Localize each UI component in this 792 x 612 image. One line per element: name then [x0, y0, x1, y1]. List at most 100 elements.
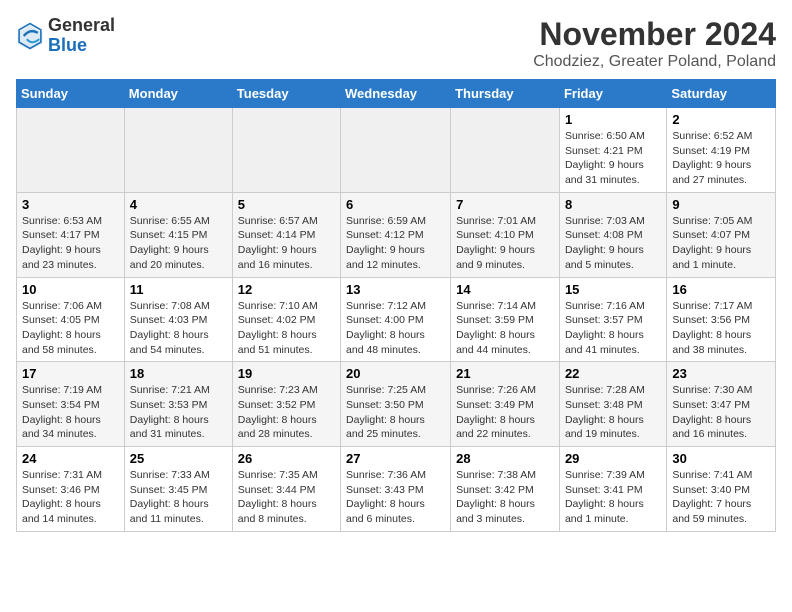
- day-number: 10: [22, 282, 119, 297]
- day-cell: 25 Sunrise: 7:33 AM Sunset: 3:45 PM Dayli…: [124, 447, 232, 532]
- day-cell: 14 Sunrise: 7:14 AM Sunset: 3:59 PM Dayli…: [451, 277, 560, 362]
- day-info: Sunrise: 7:23 AM Sunset: 3:52 PM Dayligh…: [238, 383, 335, 442]
- day-info: Sunrise: 7:31 AM Sunset: 3:46 PM Dayligh…: [22, 468, 119, 527]
- calendar-subtitle: Chodziez, Greater Poland, Poland: [533, 53, 776, 71]
- day-cell: 6Sunrise: 6:59 AM Sunset: 4:12 PM Daylig…: [341, 192, 451, 277]
- logo-blue: Blue: [48, 36, 115, 56]
- day-cell: 13 Sunrise: 7:12 AM Sunset: 4:00 PM Dayli…: [341, 277, 451, 362]
- day-number: 7: [456, 197, 554, 212]
- day-info: Sunrise: 7:33 AM Sunset: 3:45 PM Dayligh…: [130, 468, 227, 527]
- day-cell: 19 Sunrise: 7:23 AM Sunset: 3:52 PM Dayli…: [232, 362, 340, 447]
- day-cell: 16Sunrise: 7:17 AM Sunset: 3:56 PM Dayli…: [667, 277, 776, 362]
- column-header-sunday: Sunday: [17, 80, 125, 108]
- day-cell: 22Sunrise: 7:28 AM Sunset: 3:48 PM Dayli…: [559, 362, 666, 447]
- day-info: Sunrise: 7:36 AM Sunset: 3:43 PM Dayligh…: [346, 468, 445, 527]
- day-info: Sunrise: 7:01 AM Sunset: 4:10 PM Dayligh…: [456, 214, 554, 273]
- logo: General Blue: [16, 16, 115, 56]
- title-section: November 2024 Chodziez, Greater Poland, …: [533, 16, 776, 71]
- day-cell: 7 Sunrise: 7:01 AM Sunset: 4:10 PM Daylig…: [451, 192, 560, 277]
- day-cell: 21 Sunrise: 7:26 AM Sunset: 3:49 PM Dayli…: [451, 362, 560, 447]
- day-cell: [451, 108, 560, 193]
- day-cell: 20 Sunrise: 7:25 AM Sunset: 3:50 PM Dayli…: [341, 362, 451, 447]
- day-info: Sunrise: 7:08 AM Sunset: 4:03 PM Dayligh…: [130, 299, 227, 358]
- day-cell: 30Sunrise: 7:41 AM Sunset: 3:40 PM Dayli…: [667, 447, 776, 532]
- day-info: Sunrise: 7:21 AM Sunset: 3:53 PM Dayligh…: [130, 383, 227, 442]
- day-cell: 28 Sunrise: 7:38 AM Sunset: 3:42 PM Dayli…: [451, 447, 560, 532]
- day-number: 26: [238, 451, 335, 466]
- column-header-tuesday: Tuesday: [232, 80, 340, 108]
- day-info: Sunrise: 7:10 AM Sunset: 4:02 PM Dayligh…: [238, 299, 335, 358]
- logo-icon: [16, 22, 44, 50]
- column-header-monday: Monday: [124, 80, 232, 108]
- day-info: Sunrise: 7:05 AM Sunset: 4:07 PM Dayligh…: [672, 214, 770, 273]
- day-number: 14: [456, 282, 554, 297]
- day-cell: 27 Sunrise: 7:36 AM Sunset: 3:43 PM Dayli…: [341, 447, 451, 532]
- day-cell: 8 Sunrise: 7:03 AM Sunset: 4:08 PM Daylig…: [559, 192, 666, 277]
- week-row-3: 10 Sunrise: 7:06 AM Sunset: 4:05 PM Dayli…: [17, 277, 776, 362]
- day-cell: 17 Sunrise: 7:19 AM Sunset: 3:54 PM Dayli…: [17, 362, 125, 447]
- day-number: 15: [565, 282, 661, 297]
- day-number: 6: [346, 197, 445, 212]
- day-cell: 10 Sunrise: 7:06 AM Sunset: 4:05 PM Dayli…: [17, 277, 125, 362]
- day-number: 23: [672, 366, 770, 381]
- day-info: Sunrise: 6:57 AM Sunset: 4:14 PM Dayligh…: [238, 214, 335, 273]
- day-number: 17: [22, 366, 119, 381]
- day-info: Sunrise: 7:19 AM Sunset: 3:54 PM Dayligh…: [22, 383, 119, 442]
- day-number: 27: [346, 451, 445, 466]
- day-info: Sunrise: 6:52 AM Sunset: 4:19 PM Dayligh…: [672, 129, 770, 188]
- day-number: 18: [130, 366, 227, 381]
- day-number: 1: [565, 112, 661, 127]
- day-cell: 5 Sunrise: 6:57 AM Sunset: 4:14 PM Daylig…: [232, 192, 340, 277]
- day-cell: [124, 108, 232, 193]
- day-cell: [17, 108, 125, 193]
- day-cell: 1 Sunrise: 6:50 AM Sunset: 4:21 PM Daylig…: [559, 108, 666, 193]
- day-info: Sunrise: 7:12 AM Sunset: 4:00 PM Dayligh…: [346, 299, 445, 358]
- day-number: 30: [672, 451, 770, 466]
- day-number: 13: [346, 282, 445, 297]
- day-info: Sunrise: 7:14 AM Sunset: 3:59 PM Dayligh…: [456, 299, 554, 358]
- day-number: 19: [238, 366, 335, 381]
- day-info: Sunrise: 7:25 AM Sunset: 3:50 PM Dayligh…: [346, 383, 445, 442]
- day-info: Sunrise: 7:39 AM Sunset: 3:41 PM Dayligh…: [565, 468, 661, 527]
- day-number: 4: [130, 197, 227, 212]
- day-info: Sunrise: 7:30 AM Sunset: 3:47 PM Dayligh…: [672, 383, 770, 442]
- day-number: 3: [22, 197, 119, 212]
- day-cell: 3 Sunrise: 6:53 AM Sunset: 4:17 PM Daylig…: [17, 192, 125, 277]
- day-cell: 4 Sunrise: 6:55 AM Sunset: 4:15 PM Daylig…: [124, 192, 232, 277]
- day-number: 9: [672, 197, 770, 212]
- day-cell: 29 Sunrise: 7:39 AM Sunset: 3:41 PM Dayli…: [559, 447, 666, 532]
- calendar-table: SundayMondayTuesdayWednesdayThursdayFrid…: [16, 79, 776, 532]
- week-row-4: 17 Sunrise: 7:19 AM Sunset: 3:54 PM Dayli…: [17, 362, 776, 447]
- day-info: Sunrise: 7:03 AM Sunset: 4:08 PM Dayligh…: [565, 214, 661, 273]
- day-cell: [232, 108, 340, 193]
- week-row-2: 3 Sunrise: 6:53 AM Sunset: 4:17 PM Daylig…: [17, 192, 776, 277]
- day-number: 25: [130, 451, 227, 466]
- column-header-saturday: Saturday: [667, 80, 776, 108]
- day-info: Sunrise: 6:50 AM Sunset: 4:21 PM Dayligh…: [565, 129, 661, 188]
- day-info: Sunrise: 7:28 AM Sunset: 3:48 PM Dayligh…: [565, 383, 661, 442]
- day-cell: 12Sunrise: 7:10 AM Sunset: 4:02 PM Dayli…: [232, 277, 340, 362]
- day-number: 29: [565, 451, 661, 466]
- calendar-header-row: SundayMondayTuesdayWednesdayThursdayFrid…: [17, 80, 776, 108]
- day-number: 20: [346, 366, 445, 381]
- day-number: 5: [238, 197, 335, 212]
- header: General Blue November 2024 Chodziez, Gre…: [16, 16, 776, 71]
- day-number: 24: [22, 451, 119, 466]
- day-info: Sunrise: 7:35 AM Sunset: 3:44 PM Dayligh…: [238, 468, 335, 527]
- day-number: 28: [456, 451, 554, 466]
- day-cell: 2Sunrise: 6:52 AM Sunset: 4:19 PM Daylig…: [667, 108, 776, 193]
- logo-general: General: [48, 16, 115, 36]
- column-header-thursday: Thursday: [451, 80, 560, 108]
- day-info: Sunrise: 7:26 AM Sunset: 3:49 PM Dayligh…: [456, 383, 554, 442]
- day-number: 21: [456, 366, 554, 381]
- day-info: Sunrise: 7:38 AM Sunset: 3:42 PM Dayligh…: [456, 468, 554, 527]
- day-info: Sunrise: 6:55 AM Sunset: 4:15 PM Dayligh…: [130, 214, 227, 273]
- day-cell: 23 Sunrise: 7:30 AM Sunset: 3:47 PM Dayli…: [667, 362, 776, 447]
- calendar-title: November 2024: [533, 16, 776, 53]
- day-info: Sunrise: 7:17 AM Sunset: 3:56 PM Dayligh…: [672, 299, 770, 358]
- day-info: Sunrise: 6:53 AM Sunset: 4:17 PM Dayligh…: [22, 214, 119, 273]
- week-row-5: 24 Sunrise: 7:31 AM Sunset: 3:46 PM Dayli…: [17, 447, 776, 532]
- day-number: 11: [130, 282, 227, 297]
- day-info: Sunrise: 7:06 AM Sunset: 4:05 PM Dayligh…: [22, 299, 119, 358]
- day-number: 8: [565, 197, 661, 212]
